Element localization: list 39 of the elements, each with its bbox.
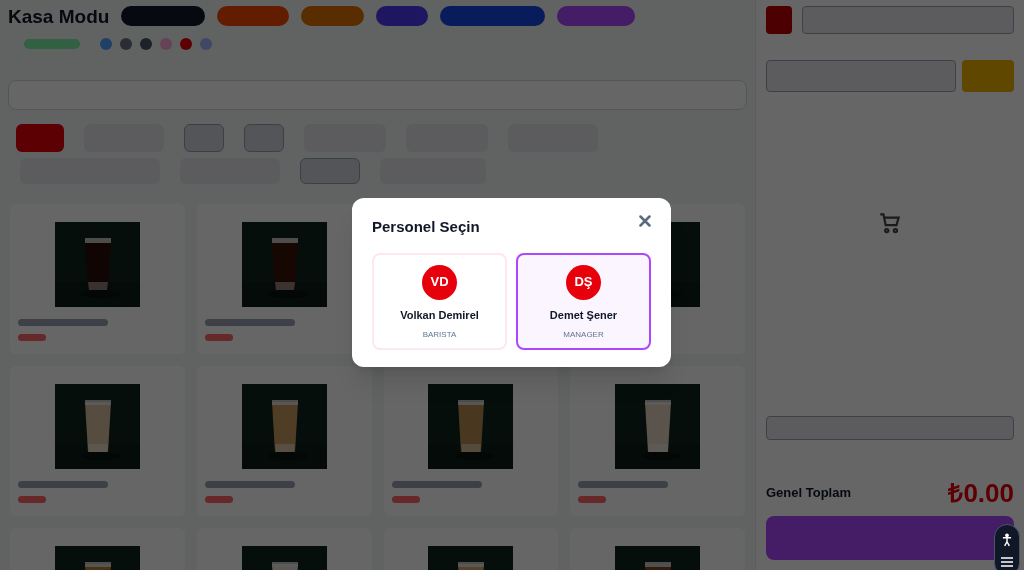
header-pill[interactable] (301, 6, 365, 26)
staff-name: Volkan Demirel (400, 307, 479, 323)
staff-role: MANAGER (563, 329, 604, 341)
header-pill[interactable] (217, 6, 290, 26)
header-pill[interactable] (557, 6, 636, 26)
category-chip[interactable] (16, 124, 64, 152)
staff-card[interactable]: DŞ Demet Şener MANAGER (516, 252, 651, 350)
accessibility-widget[interactable] (994, 524, 1020, 570)
blurred-price (578, 496, 607, 503)
table-icon-button[interactable] (766, 6, 792, 34)
avatar-initials: VD (422, 264, 457, 300)
page-title: Kasa Modu (8, 6, 110, 28)
status-pill (24, 39, 80, 49)
category-chip[interactable] (300, 158, 360, 184)
blurred-price (204, 334, 233, 341)
blurred-price (18, 496, 46, 503)
grand-total: ₺0.00 (948, 478, 1014, 508)
note-field[interactable] (766, 416, 1014, 440)
grand-total-label: Genel Toplam (766, 484, 851, 503)
header-pill[interactable] (376, 6, 429, 26)
header-pill[interactable] (121, 6, 206, 26)
product-search-field[interactable] (766, 60, 956, 92)
blurred-price (18, 334, 46, 341)
header-pill[interactable] (440, 6, 546, 26)
accessibility-icon[interactable] (1000, 532, 1014, 547)
modal-title: Personel Seçin (372, 217, 480, 237)
staff-name: Demet Şener (549, 307, 618, 323)
empty-cart-icon (877, 210, 903, 236)
checkout-button[interactable] (766, 516, 1014, 560)
staff-card[interactable]: VD Volkan Demirel BARISTA (372, 252, 507, 350)
menu-icon[interactable] (1000, 555, 1014, 568)
staff-role: BARISTA (422, 329, 457, 341)
avatar-initials: DŞ (566, 264, 601, 300)
table-select[interactable] (802, 6, 1014, 34)
category-chip[interactable] (244, 124, 284, 152)
blurred-price (204, 496, 233, 503)
category-chip[interactable] (184, 124, 224, 152)
blurred-price (391, 496, 420, 503)
close-icon[interactable] (639, 215, 651, 228)
